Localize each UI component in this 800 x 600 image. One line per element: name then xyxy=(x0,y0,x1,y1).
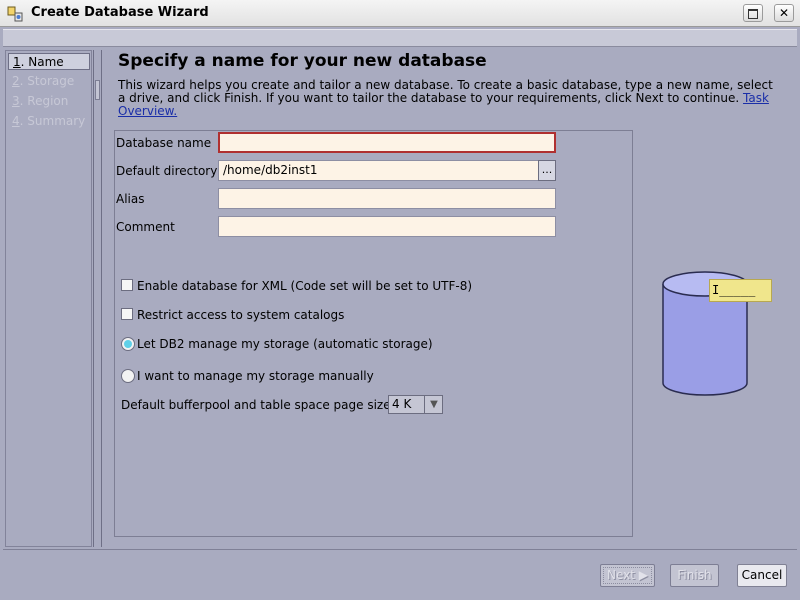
nav-step-storage[interactable]: 2. Storage xyxy=(8,73,90,90)
maximize-icon xyxy=(748,9,758,19)
nav-step-number: 4 xyxy=(12,114,20,128)
title-bar: Create Database Wizard ✕ xyxy=(0,0,800,27)
alias-input[interactable] xyxy=(218,188,556,209)
manual-storage-radio[interactable] xyxy=(121,369,135,383)
nav-step-label: Region xyxy=(27,94,69,108)
finish-button[interactable]: Finish xyxy=(670,564,719,587)
browse-directory-button[interactable]: ... xyxy=(538,160,556,181)
nav-step-number: 1 xyxy=(13,55,21,69)
close-icon: ✕ xyxy=(778,6,790,20)
header-band xyxy=(3,29,797,47)
splitter-line xyxy=(93,50,94,547)
splitter-line xyxy=(101,50,102,547)
comment-input[interactable] xyxy=(218,216,556,237)
cancel-button[interactable]: Cancel xyxy=(737,564,787,587)
nav-step-label: Storage xyxy=(27,74,75,88)
nav-step-label: Summary xyxy=(27,114,86,128)
auto-storage-radio[interactable] xyxy=(121,337,135,351)
focus-ring xyxy=(603,567,652,584)
nav-step-region[interactable]: 3. Region xyxy=(8,93,90,110)
page-size-select[interactable]: 4 K ▼ xyxy=(388,395,443,414)
maximize-button[interactable] xyxy=(743,4,763,22)
page-size-value: 4 K xyxy=(392,397,412,411)
window-title: Create Database Wizard xyxy=(31,5,209,20)
illustration-tooltip: I_____ xyxy=(709,279,772,302)
nav-step-number: 2 xyxy=(12,74,20,88)
page-size-label: Default bufferpool and table space page … xyxy=(121,398,391,412)
wizard-app-icon xyxy=(7,6,23,22)
auto-storage-label[interactable]: Let DB2 manage my storage (automatic sto… xyxy=(137,337,433,351)
xml-checkbox-label[interactable]: Enable database for XML (Code set will b… xyxy=(137,279,472,293)
default-directory-label: Default directory xyxy=(116,164,218,178)
panel-splitter[interactable] xyxy=(93,50,103,547)
intro-text: This wizard helps you create and tailor … xyxy=(118,79,778,118)
nav-step-name[interactable]: 1. Name xyxy=(8,53,90,70)
restrict-catalogs-checkbox[interactable] xyxy=(121,308,133,320)
chevron-down-icon[interactable]: ▼ xyxy=(424,396,443,413)
alias-label: Alias xyxy=(116,192,145,206)
next-button[interactable]: Next ▶ xyxy=(600,564,655,587)
close-button[interactable]: ✕ xyxy=(774,4,794,22)
comment-label: Comment xyxy=(116,220,175,234)
default-directory-input[interactable]: /home/db2inst1 xyxy=(218,160,540,181)
intro-paragraph: This wizard helps you create and tailor … xyxy=(118,78,773,105)
database-name-label: Database name xyxy=(116,136,212,150)
nav-step-label: Name xyxy=(28,55,64,69)
database-name-input[interactable] xyxy=(218,132,556,153)
splitter-grip-icon[interactable] xyxy=(95,80,100,100)
nav-step-summary[interactable]: 4. Summary xyxy=(8,113,90,130)
manual-storage-label[interactable]: I want to manage my storage manually xyxy=(137,369,374,383)
page-title: Specify a name for your new database xyxy=(118,51,487,71)
nav-step-number: 3 xyxy=(12,94,20,108)
restrict-catalogs-label[interactable]: Restrict access to system catalogs xyxy=(137,308,344,322)
step-navigation: 1. Name 2. Storage 3. Region 4. Summary xyxy=(5,50,92,547)
xml-checkbox[interactable] xyxy=(121,279,133,291)
